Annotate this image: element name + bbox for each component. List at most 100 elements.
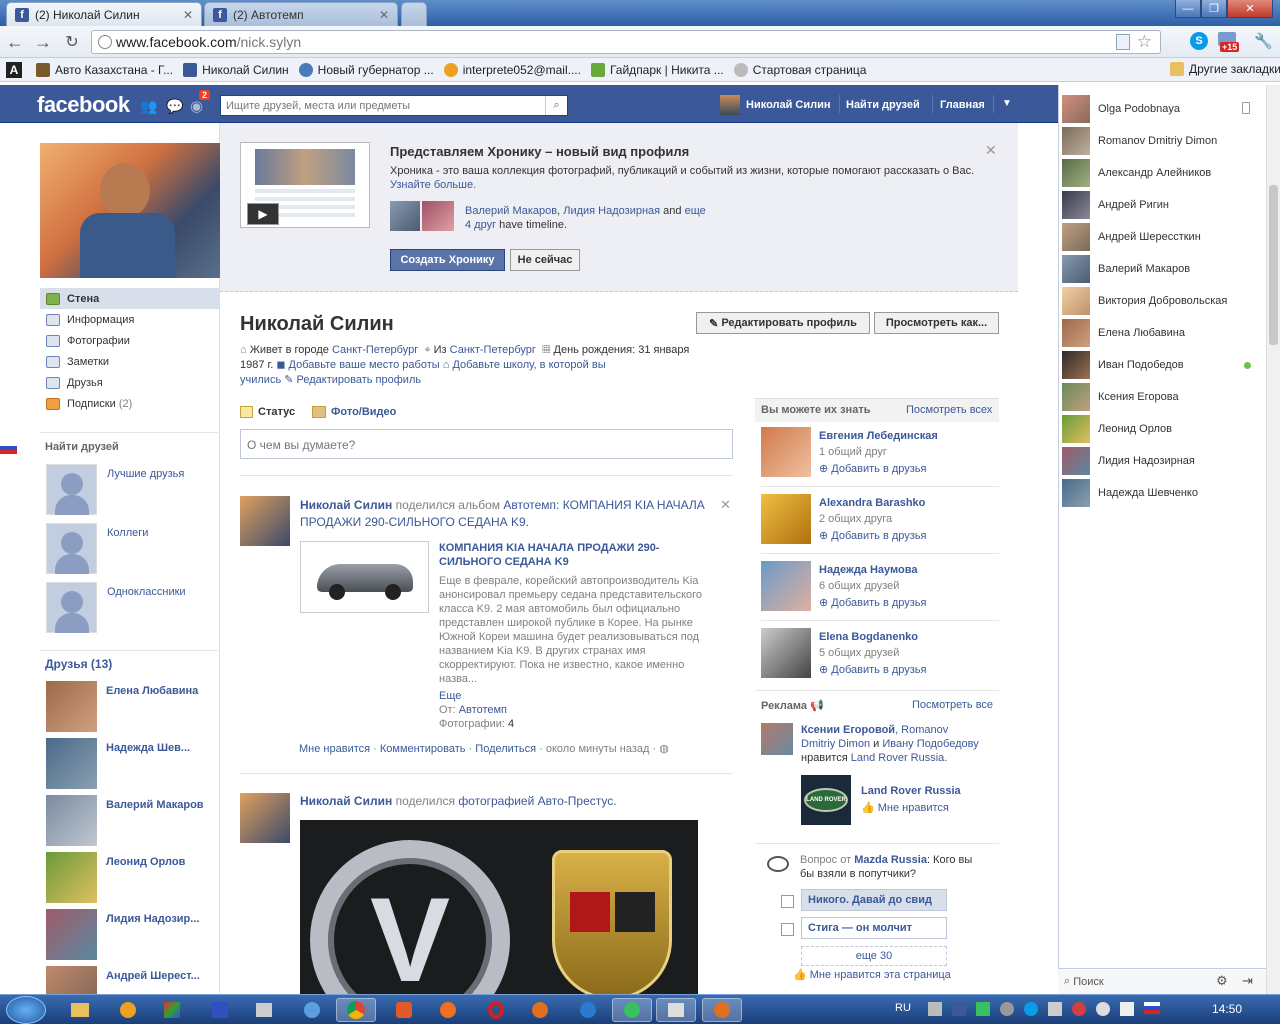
shared-photo[interactable]: V <box>300 820 698 994</box>
scrollbar-thumb[interactable] <box>1269 185 1278 345</box>
apps-icon[interactable]: A <box>6 62 22 78</box>
add-friend-link[interactable]: ⊕ Добавить в друзья <box>819 663 927 676</box>
friend-avatar[interactable] <box>422 201 454 231</box>
friend-avatar[interactable] <box>46 738 97 789</box>
nav-friends[interactable]: Друзья <box>40 372 220 393</box>
tab-nikolay[interactable]: f (2) Николай Силин ✕ <box>6 2 202 26</box>
reload-icon[interactable]: ↻ <box>61 31 83 53</box>
close-tab-icon[interactable]: ✕ <box>183 8 193 22</box>
pymk-name[interactable]: Alexandra Barashko <box>819 497 925 509</box>
bookmark-item[interactable]: Николай Силин <box>183 62 289 77</box>
friend-name[interactable]: Валерий Макаров <box>106 799 204 811</box>
ads-see-all[interactable]: Посмотреть все <box>912 699 993 711</box>
firefox-icon[interactable] <box>702 998 742 1022</box>
app-icon[interactable] <box>244 998 284 1022</box>
bookmark-item[interactable]: Новый губернатор ... <box>298 62 434 77</box>
status-input[interactable]: О чем вы думаете? <box>240 429 733 459</box>
app-icon[interactable] <box>656 998 696 1022</box>
pymk-name[interactable]: Elena Bogdanenko <box>819 631 918 643</box>
chrome-icon[interactable] <box>336 998 376 1022</box>
learn-more-link[interactable]: Узнайте больше. <box>390 179 476 191</box>
pymk-name[interactable]: Надежда Наумова <box>819 564 917 576</box>
scrollbar[interactable] <box>1266 85 1280 994</box>
language-indicator[interactable]: RU <box>895 1002 911 1014</box>
tray-icon[interactable] <box>1048 1002 1062 1016</box>
author-avatar[interactable] <box>240 793 290 843</box>
mazda-logo[interactable] <box>764 856 792 884</box>
clock[interactable]: 14:50 <box>1212 1002 1242 1016</box>
avatar[interactable] <box>720 95 740 115</box>
nav-info[interactable]: Информация <box>40 309 220 330</box>
share-link[interactable]: Поделиться <box>475 743 536 755</box>
pymk-mutual[interactable]: 5 общих друзей <box>819 647 899 659</box>
like-link[interactable]: Мне нравится <box>299 743 370 755</box>
nav-notes[interactable]: Заметки <box>40 351 220 372</box>
opera-icon[interactable] <box>476 998 516 1022</box>
page-icon[interactable] <box>1116 34 1130 50</box>
app-icon[interactable] <box>568 998 608 1022</box>
chat-contact[interactable]: Иван Подобедов <box>1062 350 1252 380</box>
disk-icon[interactable] <box>200 998 240 1022</box>
friend-name[interactable]: Надежда Шев... <box>106 742 190 754</box>
option-checkbox[interactable] <box>781 923 794 936</box>
friend-avatar[interactable] <box>46 795 97 846</box>
bookmark-item[interactable]: interprete052@mail.... <box>443 62 581 77</box>
attachment-image[interactable] <box>300 541 429 613</box>
poll-option[interactable]: Никого. Давай до свид <box>801 889 947 911</box>
chat-contact[interactable]: Валерий Макаров <box>1062 254 1252 284</box>
add-school-link[interactable]: Добавьте школу, в которой вы <box>452 359 605 371</box>
close-window-button[interactable]: ✕ <box>1227 0 1273 18</box>
timeline-preview-image[interactable]: ▶ <box>240 142 370 228</box>
pymk-avatar[interactable] <box>761 427 811 477</box>
pymk-avatar[interactable] <box>761 561 811 611</box>
home-link[interactable]: Главная <box>940 99 985 111</box>
explorer-icon[interactable] <box>60 998 100 1022</box>
bookmark-item[interactable]: Авто Казахстана - Г... <box>36 62 173 77</box>
tray-icon[interactable] <box>1072 1002 1086 1016</box>
friend-name[interactable]: Леонид Орлов <box>106 856 185 868</box>
chat-search-input[interactable]: ⌕ Поиск <box>1064 975 1104 988</box>
chat-contact[interactable]: Olga Podobnaya <box>1062 94 1252 124</box>
friend-name[interactable]: Лидия Надозир... <box>106 913 199 925</box>
skype-icon[interactable] <box>1024 1002 1038 1016</box>
bookmark-item[interactable]: Гайдпарк | Никита ... <box>590 62 724 77</box>
messages-icon[interactable]: 💬 <box>166 98 183 115</box>
pymk-mutual[interactable]: 6 общих друзей <box>819 580 899 592</box>
forward-icon[interactable]: → <box>32 31 54 53</box>
friend-avatar[interactable] <box>46 852 97 903</box>
facebook-logo[interactable]: facebook <box>37 92 130 118</box>
tab-status[interactable]: Статус <box>240 406 295 418</box>
add-friend-link[interactable]: ⊕ Добавить в друзья <box>819 462 927 475</box>
friend-avatar[interactable] <box>46 909 97 960</box>
chat-contact[interactable]: Леонид Орлов <box>1062 414 1252 444</box>
tray-icon[interactable] <box>1096 1002 1110 1016</box>
app-icon[interactable] <box>292 998 332 1022</box>
ad-social-avatar[interactable] <box>761 723 793 755</box>
chat-contact[interactable]: Андрей Ригин <box>1062 190 1252 220</box>
attachment-title[interactable]: КОМПАНИЯ KIA НАЧАЛА ПРОДАЖИ 290-СИЛЬНОГО… <box>439 541 689 569</box>
address-bar[interactable]: www.facebook.com/nick.sylyn ☆ <box>91 30 1161 54</box>
edit-profile-button[interactable]: ✎ Редактировать профиль <box>696 312 870 334</box>
tray-icon[interactable] <box>928 1002 942 1016</box>
list-avatar[interactable] <box>46 464 97 515</box>
pymk-mutual[interactable]: 2 общих друга <box>819 513 892 525</box>
close-icon[interactable]: ✕ <box>985 142 997 159</box>
list-avatar[interactable] <box>46 523 97 574</box>
friend-name[interactable]: Елена Любавина <box>106 685 198 697</box>
gear-icon[interactable]: ⚙ <box>1216 973 1228 989</box>
list-classmates[interactable]: Одноклассники <box>107 586 186 598</box>
friend-requests-icon[interactable]: 👥 <box>140 98 157 115</box>
pymk-avatar[interactable] <box>761 628 811 678</box>
popout-icon[interactable]: ⇥ <box>1242 973 1253 989</box>
app-icon[interactable] <box>612 998 652 1022</box>
land-rover-logo[interactable]: LAND ROVER <box>801 775 851 825</box>
ad-page-name[interactable]: Land Rover Russia <box>861 785 961 797</box>
account-menu-icon[interactable]: ▼ <box>1002 98 1012 109</box>
friends-heading[interactable]: Друзья (13) <box>45 657 112 671</box>
option-checkbox[interactable] <box>781 895 794 908</box>
chat-contact[interactable]: Надежда Шевченко <box>1062 478 1252 508</box>
poll-option[interactable]: Стига — он молчит <box>801 917 947 939</box>
chat-contact[interactable]: Romanov Dmitriy Dimon <box>1062 126 1252 156</box>
find-friends-link[interactable]: Найти друзей <box>846 99 920 111</box>
create-timeline-button[interactable]: Создать Хронику <box>390 249 505 271</box>
